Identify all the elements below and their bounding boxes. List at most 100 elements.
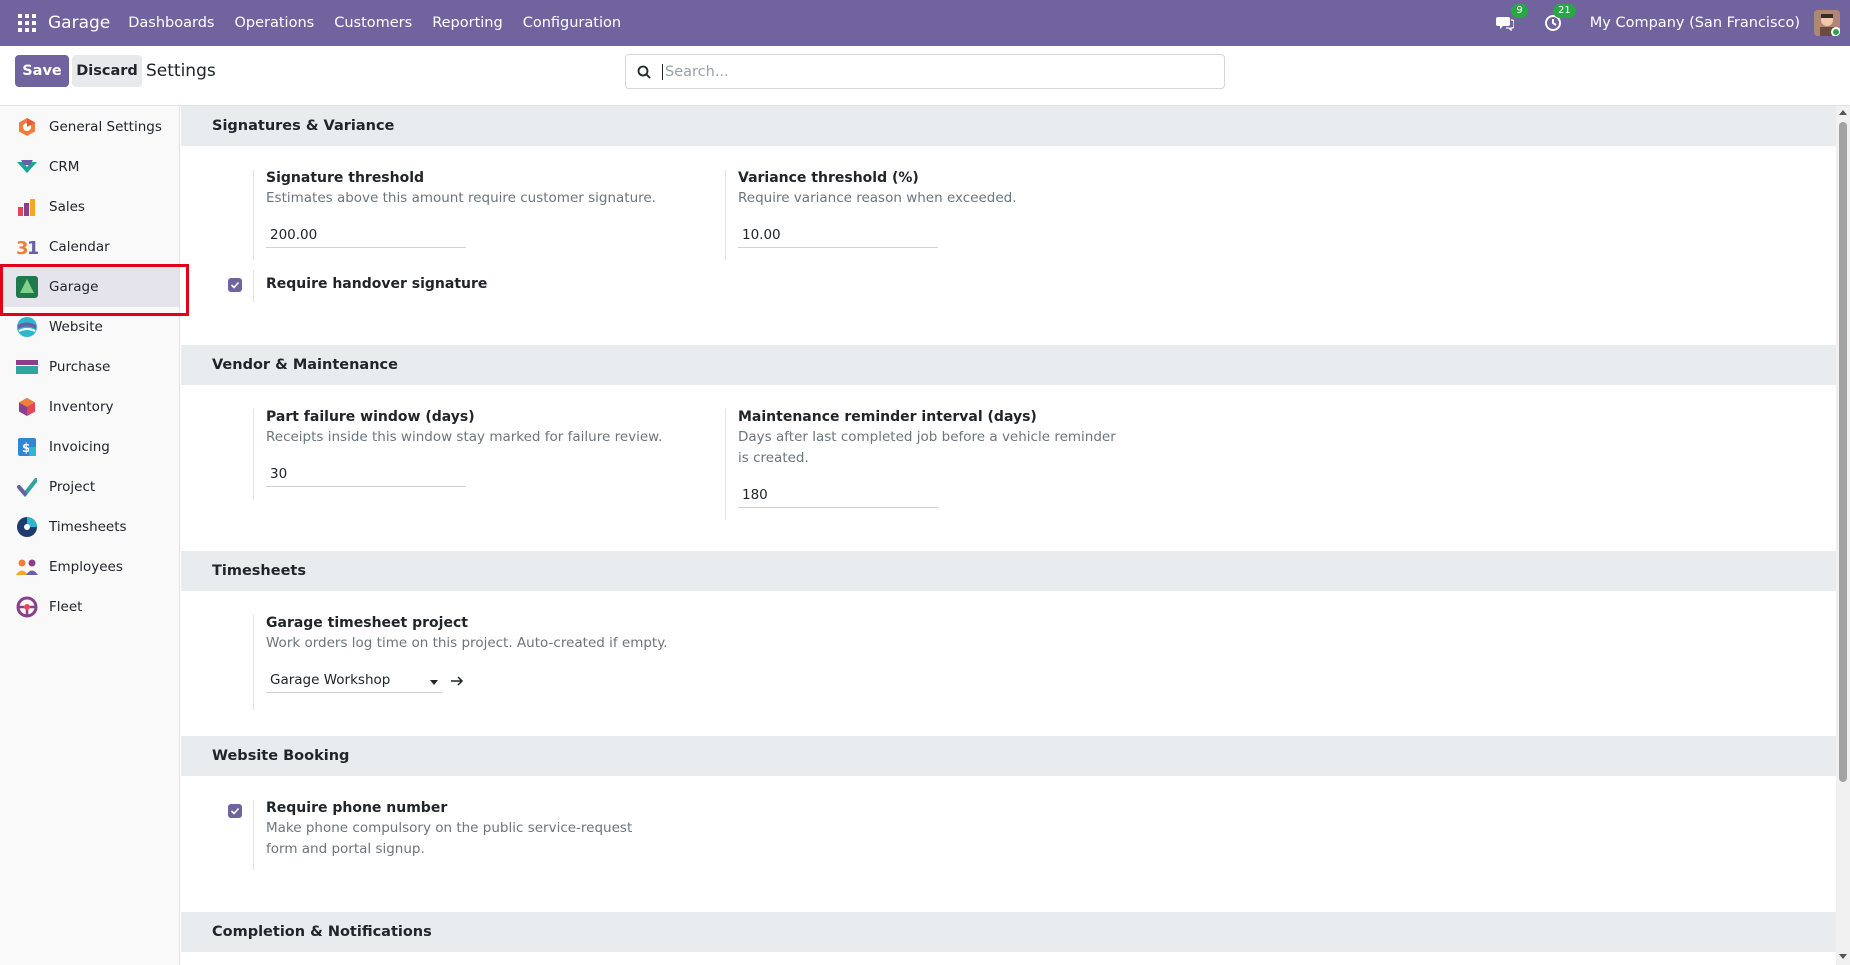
chevron-down-icon[interactable]	[430, 680, 438, 685]
sidebar-item-label: Employees	[49, 559, 123, 575]
timesheet-project-select[interactable]: Garage Workshop	[266, 668, 442, 693]
sidebar-item-label: Purchase	[49, 359, 111, 375]
app-brand[interactable]: Garage	[48, 13, 110, 33]
setting-label: Variance threshold (%)	[738, 170, 919, 186]
discard-button[interactable]: Discard	[72, 55, 142, 87]
sidebar-item-calendar[interactable]: 31 Calendar	[0, 227, 179, 267]
sidebar-item-inventory[interactable]: Inventory	[0, 387, 179, 427]
setting-label: Garage timesheet project	[266, 615, 468, 631]
save-button[interactable]: Save	[15, 55, 69, 87]
garage-icon	[15, 276, 39, 298]
sidebar-item-label: Website	[49, 319, 103, 335]
settings-content: Signatures & Variance Signature threshol…	[181, 106, 1836, 965]
internal-link-arrow-icon[interactable]	[450, 675, 464, 686]
messages-button[interactable]: 9	[1494, 4, 1528, 34]
invoicing-icon: $	[15, 436, 39, 458]
search-bar	[625, 54, 1225, 89]
check-icon	[230, 281, 240, 289]
sidebar-item-timesheets[interactable]: Timesheets	[0, 507, 179, 547]
sidebar-item-fleet[interactable]: Fleet	[0, 587, 179, 627]
setting-label: Part failure window (days)	[266, 409, 475, 425]
sidebar-item-label: CRM	[49, 159, 80, 175]
chat-icon	[1495, 17, 1514, 31]
purchase-icon	[15, 356, 39, 378]
sidebar-item-label: Fleet	[49, 599, 83, 615]
project-icon	[15, 476, 39, 498]
search-icon	[626, 65, 662, 79]
user-avatar[interactable]	[1814, 10, 1840, 36]
section-header-signatures: Signatures & Variance	[181, 106, 1836, 146]
setting-maintenance-interval: Maintenance reminder interval (days) Day…	[725, 409, 1125, 520]
sidebar-item-label: Project	[49, 479, 96, 495]
fleet-icon	[15, 596, 39, 618]
sidebar-item-garage[interactable]: Garage	[0, 264, 189, 316]
sidebar-item-project[interactable]: Project	[0, 467, 179, 507]
activities-badge: 21	[1553, 4, 1576, 18]
sidebar-item-invoicing[interactable]: $ Invoicing	[0, 427, 179, 467]
scroll-down-icon[interactable]	[1839, 954, 1847, 959]
setting-description: Receipts inside this window stay marked …	[266, 429, 663, 445]
menu-operations[interactable]: Operations	[224, 15, 324, 31]
page-title: Settings	[146, 61, 216, 81]
sidebar-item-website[interactable]: Website	[0, 307, 179, 347]
section-header-vendor: Vendor & Maintenance	[181, 345, 1836, 385]
setting-handover-signature: Require handover signature	[253, 270, 693, 302]
messages-badge: 9	[1511, 4, 1528, 18]
setting-timesheet-project: Garage timesheet project Work orders log…	[253, 615, 693, 710]
sidebar-item-purchase[interactable]: Purchase	[0, 347, 179, 387]
inventory-icon	[15, 396, 39, 418]
sidebar-item-employees[interactable]: Employees	[0, 547, 179, 587]
maintenance-interval-input[interactable]: 180	[738, 483, 938, 508]
setting-signature-threshold: Signature threshold Estimates above this…	[253, 170, 693, 260]
timesheet-project-select-wrap: Garage Workshop	[266, 668, 693, 693]
main-scrollbar[interactable]	[1836, 106, 1850, 965]
svg-text:1: 1	[27, 238, 38, 257]
setting-require-phone: Require phone number Make phone compulso…	[253, 800, 693, 870]
sales-icon	[15, 196, 39, 218]
scrollbar-thumb[interactable]	[1839, 122, 1847, 782]
search-input[interactable]	[662, 63, 1202, 80]
sidebar-item-label: Inventory	[49, 399, 114, 415]
setting-description: Days after last completed job before a v…	[738, 429, 1116, 466]
sidebar-item-label: General Settings	[49, 119, 162, 135]
setting-label: Require phone number	[266, 800, 448, 816]
setting-description: Work orders log time on this project. Au…	[266, 635, 668, 651]
section-header-completion: Completion & Notifications	[181, 912, 1836, 952]
sidebar-item-general-settings[interactable]: General Settings	[0, 107, 179, 147]
setting-label: Signature threshold	[266, 170, 425, 186]
handover-signature-checkbox[interactable]	[228, 278, 242, 292]
menu-dashboards[interactable]: Dashboards	[118, 15, 224, 31]
setting-label: Maintenance reminder interval (days)	[738, 409, 1037, 425]
setting-variance-threshold: Variance threshold (%) Require variance …	[725, 170, 1165, 260]
scroll-up-icon[interactable]	[1839, 110, 1847, 115]
menu-customers[interactable]: Customers	[324, 15, 422, 31]
website-icon	[15, 316, 39, 338]
menu-reporting[interactable]: Reporting	[422, 15, 513, 31]
apps-menu-icon[interactable]	[18, 14, 36, 32]
timesheets-icon	[15, 516, 39, 538]
signature-threshold-input[interactable]: 200.00	[266, 223, 466, 248]
setting-description: Make phone compulsory on the public serv…	[266, 820, 633, 857]
section-header-website: Website Booking	[181, 736, 1836, 776]
activities-button[interactable]: 21	[1542, 4, 1576, 34]
sidebar-item-sales[interactable]: Sales	[0, 187, 179, 227]
sidebar-item-label: Invoicing	[49, 439, 110, 455]
settings-sidebar: General Settings CRM Sales 31 Calendar G…	[0, 106, 189, 965]
setting-description: Estimates above this amount require cust…	[266, 190, 656, 206]
check-icon	[230, 807, 240, 815]
crm-icon	[15, 156, 39, 178]
section-header-timesheets: Timesheets	[181, 551, 1836, 591]
require-phone-checkbox[interactable]	[228, 804, 242, 818]
general-settings-icon	[15, 116, 39, 138]
variance-threshold-input[interactable]: 10.00	[738, 223, 938, 248]
select-value: Garage Workshop	[270, 672, 391, 688]
calendar-icon: 31	[15, 236, 39, 258]
setting-part-failure-window: Part failure window (days) Receipts insi…	[253, 409, 693, 499]
sidebar-item-label: Timesheets	[49, 519, 127, 535]
control-panel: Save Discard Settings	[0, 46, 1850, 106]
sidebar-item-crm[interactable]: CRM	[0, 147, 179, 187]
menu-configuration[interactable]: Configuration	[513, 15, 631, 31]
company-switcher[interactable]: My Company (San Francisco)	[1590, 15, 1800, 31]
part-failure-window-input[interactable]: 30	[266, 462, 466, 487]
setting-label: Require handover signature	[266, 276, 488, 292]
